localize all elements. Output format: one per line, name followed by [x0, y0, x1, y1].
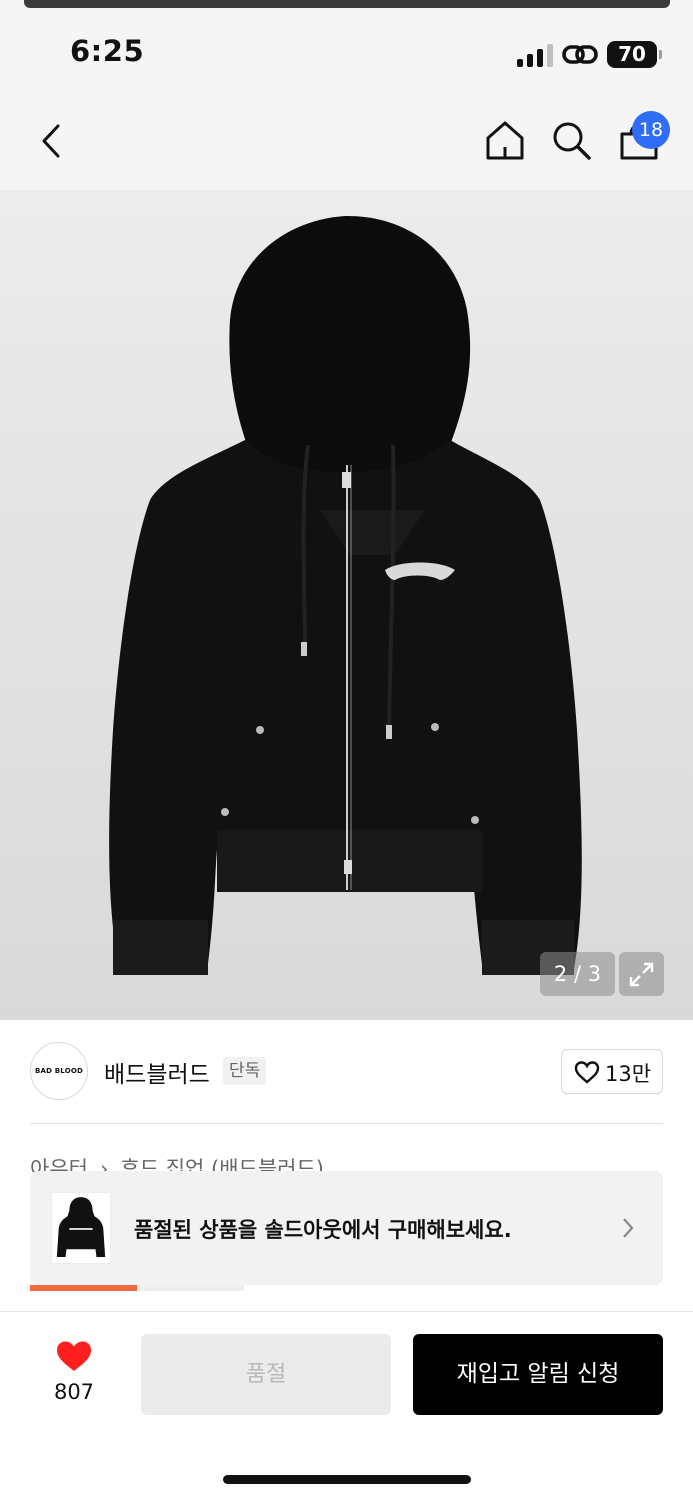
- restock-alert-button[interactable]: 재입고 알림 신청: [413, 1334, 663, 1415]
- breadcrumb: 아우터 › 후드 집업 (배드블러드): [30, 1154, 324, 1172]
- link-icon: [562, 45, 598, 64]
- search-icon[interactable]: [550, 119, 592, 161]
- tab-progress-fill: [30, 1285, 137, 1291]
- exclusive-badge: 단독: [223, 1057, 267, 1085]
- back-icon[interactable]: [38, 122, 68, 160]
- soldout-banner[interactable]: 품절된 상품을 솔드아웃에서 구매해보세요.: [30, 1171, 663, 1285]
- home-icon[interactable]: [484, 119, 526, 161]
- heart-outline-icon: [574, 1061, 600, 1084]
- expand-icon: [629, 962, 654, 987]
- bottom-bar-divider: [0, 1311, 693, 1312]
- soldout-button[interactable]: 품절: [141, 1334, 391, 1415]
- tab-progress-track: [30, 1285, 244, 1291]
- chevron-right-icon: ›: [99, 1157, 109, 1172]
- divider: [30, 1123, 663, 1124]
- brand-like-button[interactable]: 13만: [561, 1049, 663, 1094]
- signal-icon: [517, 43, 553, 67]
- hoodie-image: [109, 215, 582, 975]
- battery-indicator: 70: [607, 41, 662, 68]
- banner-thumbnail: [51, 1192, 111, 1264]
- cart-count-badge: 18: [632, 111, 670, 149]
- home-indicator: [223, 1475, 471, 1484]
- wishlist-count: 807: [53, 1380, 95, 1404]
- brand-logo[interactable]: BAD BLOOD: [30, 1042, 88, 1100]
- brand-like-count: 13만: [605, 1062, 652, 1086]
- heart-filled-icon[interactable]: [55, 1340, 93, 1373]
- top-edge-strip: [24, 0, 670, 8]
- image-counter: 2 / 3: [540, 952, 615, 996]
- brand-name[interactable]: 배드블러드: [104, 1055, 210, 1089]
- breadcrumb-category[interactable]: 아우터: [30, 1154, 88, 1172]
- expand-button[interactable]: [619, 952, 664, 996]
- chevron-right-icon: [623, 1218, 634, 1238]
- banner-message: 품절된 상품을 솔드아웃에서 구매해보세요.: [134, 1218, 512, 1242]
- breadcrumb-subcategory[interactable]: 후드 집업 (배드블러드): [120, 1154, 324, 1172]
- status-time: 6:25: [70, 34, 145, 68]
- product-image[interactable]: [0, 190, 693, 1020]
- top-area: [0, 0, 693, 190]
